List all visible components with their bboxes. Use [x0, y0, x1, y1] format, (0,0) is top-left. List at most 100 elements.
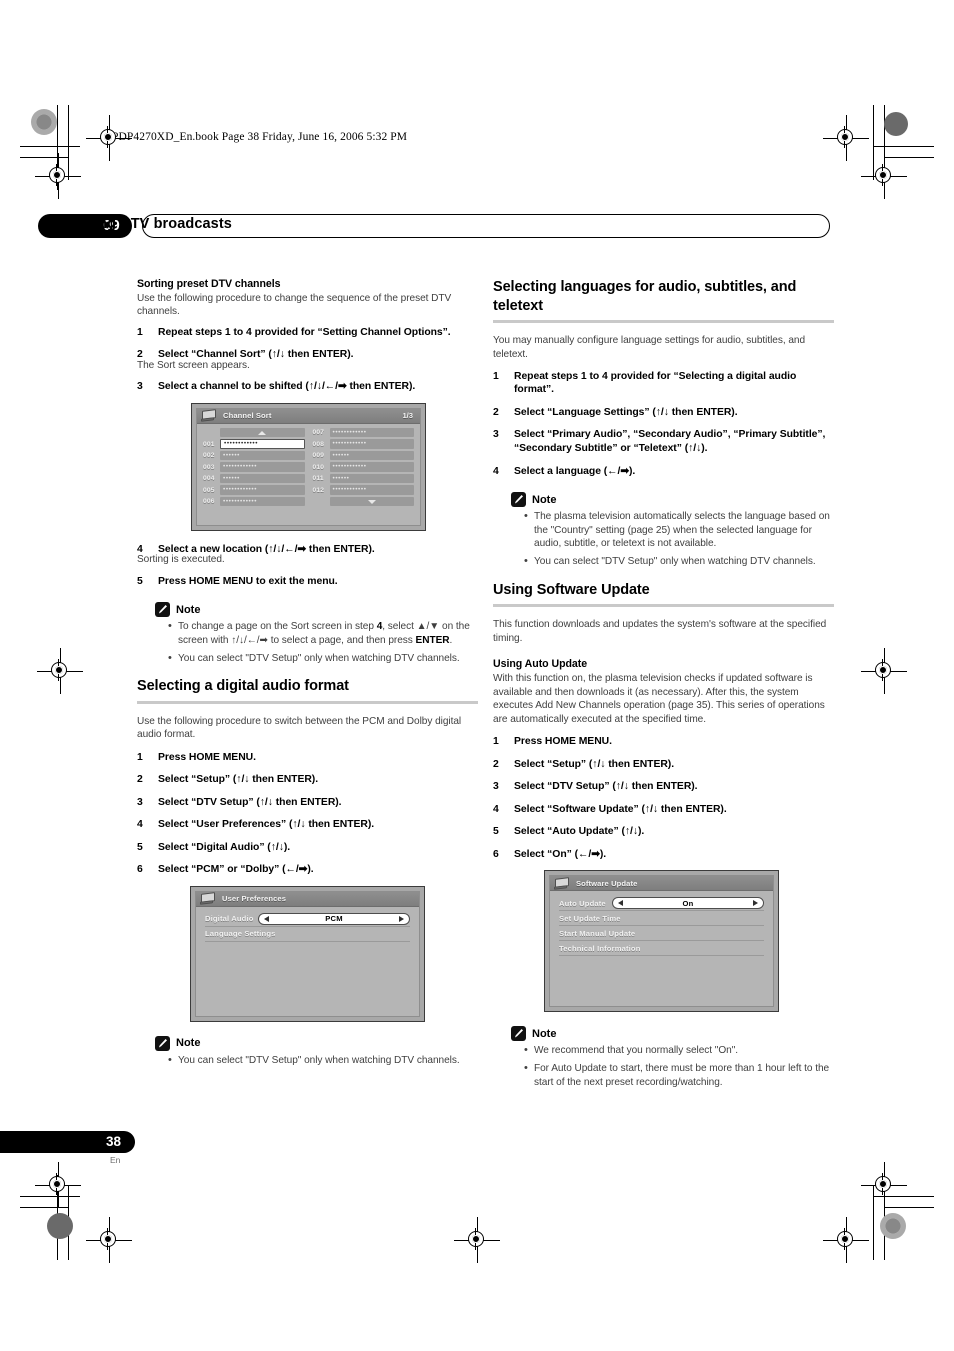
- channel-sort-left-column: 001 •••••••••••• 002 •••••• 003 •••••••••••…: [203, 427, 305, 520]
- channel-row: 004 ••••••: [203, 473, 305, 484]
- caret-left-icon[interactable]: [264, 915, 269, 922]
- triangle-down-icon: [367, 499, 376, 504]
- note-item: You can select "DTV Setup" only when wat…: [168, 1053, 478, 1068]
- step-item: 1 Repeat steps 1 to 4 provided for “Setti…: [137, 326, 478, 340]
- heading-using-software-update: Using Software Update: [493, 581, 650, 598]
- menu-row-set-update-time[interactable]: Set Update Time: [559, 911, 764, 927]
- note-item: For Auto Update to start, there must be …: [524, 1061, 834, 1089]
- step-number: 3: [137, 381, 143, 393]
- note-title: Note: [532, 1027, 557, 1040]
- channel-bar[interactable]: ••••••••••••: [220, 496, 305, 507]
- step-number: 2: [137, 774, 143, 786]
- note-item: We recommend that you normally select "O…: [524, 1043, 834, 1058]
- pencil-icon: [511, 492, 526, 508]
- channel-bar[interactable]: ••••••••••••: [329, 439, 414, 449]
- step-item: 2 Select “Setup” (↑/↓ then ENTER).: [493, 758, 834, 772]
- channel-bar[interactable]: ••••••••••••: [329, 485, 414, 495]
- step-number: 6: [493, 848, 499, 860]
- osd-page-indicator: 1/3: [402, 411, 413, 421]
- step-number: 4: [493, 803, 499, 815]
- channel-number: 011: [312, 475, 324, 483]
- note-title: Note: [532, 493, 557, 506]
- channel-bar[interactable]: ••••••••••••: [329, 427, 414, 438]
- menu-label: Set Update Time: [559, 913, 621, 923]
- channel-row: 001 ••••••••••••: [203, 439, 305, 449]
- step-item: 4 Select a new location (↑/↓/←/➡ then ENT…: [137, 543, 478, 557]
- page-up-button[interactable]: [220, 427, 305, 438]
- page-down-button[interactable]: [329, 496, 414, 507]
- menu-row-digital-audio[interactable]: Digital Audio PCM: [205, 912, 410, 927]
- channel-number: 003: [203, 463, 215, 471]
- step-text: Repeat steps 1 to 4 provided for “Settin…: [158, 326, 451, 338]
- step-text: Repeat steps 1 to 4 provided for “Select…: [514, 370, 797, 396]
- channel-name-dots: ••••••••••••: [223, 485, 258, 493]
- subheading-using-auto-update: Using Auto Update: [493, 658, 588, 671]
- step-text: Select “User Preferences” (↑/↓ then ENTE…: [158, 819, 375, 831]
- channel-bar[interactable]: ••••••••••••: [220, 439, 305, 449]
- channel-name-dots: ••••••••••••: [332, 462, 367, 470]
- step-number: 6: [137, 864, 143, 876]
- channel-row: 011 ••••••: [312, 473, 414, 484]
- osd-channel-sort: Channel Sort 1/3 001 •••••••••••• 002 ••••…: [191, 402, 426, 531]
- channel-number: 008: [312, 440, 325, 448]
- menu-value-control[interactable]: On: [612, 897, 764, 910]
- osd-title: Software Update: [576, 878, 638, 888]
- step-item: 4 Select “Software Update” (↑/↓ then ENTE…: [493, 803, 834, 817]
- step-number: 3: [493, 429, 499, 441]
- step-text: Select a channel to be shifted (↑/↓/←/➡ …: [158, 381, 416, 393]
- osd-titlebar: Channel Sort 1/3: [197, 408, 420, 424]
- menu-row-technical-information[interactable]: Technical Information: [559, 941, 764, 957]
- note-title: Note: [176, 1037, 201, 1050]
- step-item: 5 Select “Digital Audio” (↑/↓).: [137, 841, 478, 855]
- step-item: 5 Press HOME MENU to exit the menu.: [137, 575, 478, 589]
- caret-right-icon[interactable]: [399, 915, 404, 922]
- caret-left-icon[interactable]: [618, 900, 623, 907]
- channel-name-dots: ••••••: [223, 451, 241, 459]
- step-item: 2 Select “Channel Sort” (↑/↓ then ENTER).: [137, 348, 478, 362]
- step-number: 4: [137, 819, 143, 831]
- menu-row-auto-update[interactable]: Auto Update On: [559, 896, 764, 912]
- channel-name-dots: ••••••••••••: [224, 439, 259, 447]
- step-item: 6 Select “PCM” or “Dolby” (←/➡).: [137, 863, 478, 877]
- intro-auto-update: With this function on, the plasma televi…: [493, 673, 825, 725]
- step-item: 3 Select “Primary Audio”, “Secondary Audi…: [493, 428, 834, 455]
- osd-titlebar: Software Update: [550, 876, 773, 892]
- section-rule: [493, 320, 834, 324]
- step-text: Select “Setup” (↑/↓ then ENTER).: [514, 758, 675, 770]
- section-rule: [493, 604, 834, 608]
- step-text: Press HOME MENU.: [158, 751, 256, 763]
- step-text: Select “Digital Audio” (↑/↓).: [158, 841, 291, 853]
- channel-number: 001: [203, 440, 215, 448]
- channel-row: 008 ••••••••••••: [312, 439, 414, 449]
- channel-name-dots: ••••••••••••: [332, 485, 367, 493]
- channel-bar[interactable]: ••••••: [220, 450, 305, 461]
- intro-sorting-preset: Use the following procedure to change th…: [137, 293, 452, 318]
- osd-title: Channel Sort: [223, 411, 272, 421]
- menu-row-start-manual-update[interactable]: Start Manual Update: [559, 926, 764, 942]
- menu-value-control[interactable]: PCM: [258, 912, 410, 925]
- menu-row-language-settings[interactable]: Language Settings: [205, 927, 410, 942]
- step-item: 4 Select a language (←/➡).: [493, 465, 834, 479]
- channel-bar[interactable]: ••••••: [220, 473, 305, 484]
- step-text: Select “DTV Setup” (↑/↓ then ENTER).: [514, 781, 698, 793]
- step-item: 4 Select “User Preferences” (↑/↓ then ENT…: [137, 818, 478, 832]
- step-text: Select a language (←/➡).: [514, 465, 636, 477]
- channel-bar[interactable]: ••••••••••••: [329, 462, 414, 472]
- channel-name-dots: ••••••: [332, 474, 350, 482]
- channel-bar[interactable]: ••••••: [329, 450, 414, 461]
- osd-title: User Preferences: [222, 894, 287, 904]
- step-text: Select “Language Settings” (↑/↓ then ENT…: [514, 406, 738, 418]
- channel-number: 002: [203, 452, 215, 460]
- channel-number: 010: [312, 463, 325, 471]
- step-text: Press HOME MENU to exit the menu.: [158, 575, 338, 587]
- channel-bar[interactable]: ••••••: [329, 473, 414, 484]
- osd-user-preferences: User Preferences Digital Audio PCM Langu…: [190, 885, 425, 1022]
- book-header-line: PDP4270XD_En.book Page 38 Friday, June 1…: [112, 131, 408, 143]
- channel-bar[interactable]: ••••••••••••: [220, 462, 305, 472]
- caret-right-icon[interactable]: [753, 900, 758, 907]
- channel-bar[interactable]: ••••••••••••: [220, 485, 305, 495]
- left-column: Sorting preset DTV channels Use the foll…: [137, 278, 478, 1080]
- channel-number: 006: [203, 498, 215, 506]
- step-number: 5: [137, 841, 143, 853]
- step-item: 2 Select “Language Settings” (↑/↓ then EN…: [493, 406, 834, 420]
